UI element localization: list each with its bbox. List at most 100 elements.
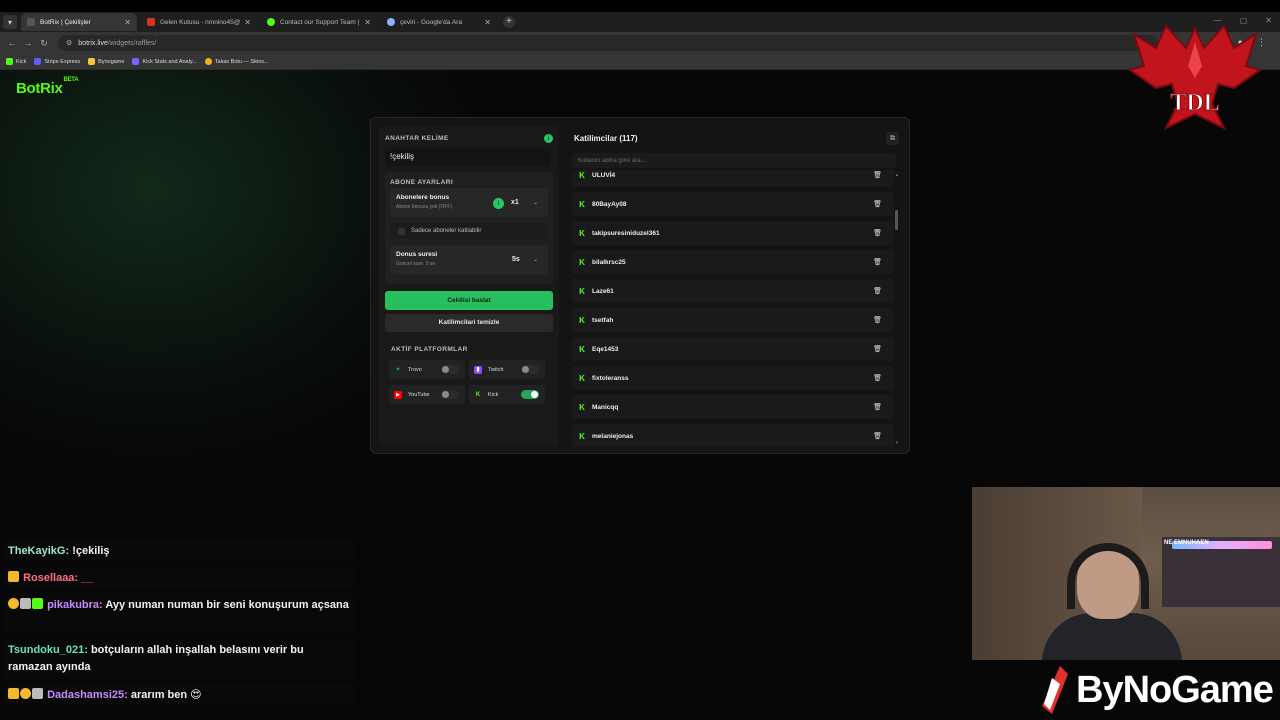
close-window-icon[interactable]: ✕	[1265, 16, 1272, 25]
webcam-feed: NE EMNUHAEN	[972, 487, 1280, 660]
duration-subtitle: Guncel sure: 5 sn	[396, 261, 436, 267]
sub-bonus-row: Abonelere bonus Abone bonusu yok (OFF) i…	[390, 188, 548, 217]
duration-title: Donus suresi	[396, 251, 438, 258]
url-path: /widgets/raffles/	[107, 39, 157, 47]
kick-icon: K	[579, 402, 585, 412]
kick-icon: K	[579, 199, 585, 209]
platform-trovo: ✦ Trovo	[389, 360, 465, 379]
founder-badge-icon	[8, 598, 19, 609]
kick-toggle[interactable]	[521, 390, 539, 399]
participant-name: fixtoleranss	[592, 374, 629, 382]
kick-icon: K	[579, 344, 585, 354]
trash-icon[interactable]: 🗑	[873, 345, 882, 353]
bookmark-label: Kick	[16, 58, 27, 65]
subs-only-label: Sadece aboneler katilabilir	[411, 228, 482, 234]
tab-title: BotRix | Çekilişler	[40, 18, 91, 26]
bookmarks-bar: Kick Stripe Express Bynogame Kick Stats …	[0, 54, 1280, 70]
kick-icon: K	[579, 286, 585, 296]
keyword-input[interactable]: !çekiliş	[385, 148, 551, 166]
bookmark-stripe[interactable]: Stripe Express	[34, 58, 80, 65]
scroll-down-icon[interactable]: ▼	[895, 440, 899, 445]
kick-icon: K	[579, 170, 585, 180]
kick-icon: K	[475, 391, 481, 398]
kick-icon	[6, 58, 13, 65]
tab-botrix[interactable]: BotRix | Çekilişler ✕	[21, 13, 137, 31]
list-item: K ULUVİ4 🗑	[572, 170, 894, 187]
bynogame-icon	[88, 58, 96, 65]
bookmark-kick[interactable]: Kick	[6, 58, 26, 65]
chevron-down-icon: ⌄	[533, 200, 539, 206]
tab-kick-support[interactable]: Contact our Support Team | Ki ✕	[261, 13, 377, 31]
list-item: K Manicqq 🗑	[572, 395, 894, 419]
trash-icon[interactable]: 🗑	[873, 432, 882, 440]
scrollbar-thumb[interactable]	[895, 210, 898, 230]
google-icon	[387, 18, 395, 26]
bookmark-label: Takas Botu — Skins...	[214, 58, 269, 65]
back-icon[interactable]: ←	[4, 38, 20, 48]
trovo-toggle[interactable]	[441, 365, 459, 374]
platform-twitch: ▮ Twitch	[469, 360, 545, 379]
reload-icon[interactable]: ↻	[36, 38, 52, 49]
trash-icon[interactable]: 🗑	[873, 403, 882, 411]
chat-username: TheKayikG	[8, 545, 66, 557]
copy-icon[interactable]: ⧉	[886, 132, 899, 145]
trash-icon[interactable]: 🗑	[873, 316, 882, 324]
chat-text: __	[81, 572, 94, 584]
sub-bonus-info-icon[interactable]: i	[493, 198, 504, 209]
trovo-icon: ✦	[395, 367, 401, 373]
info-icon[interactable]: i	[544, 134, 553, 143]
chat-message: Rosellaaa: __	[3, 567, 355, 589]
chat-username: pikakubra	[47, 599, 100, 611]
forward-icon[interactable]: →	[20, 38, 36, 48]
trash-icon[interactable]: 🗑	[873, 374, 882, 382]
bookmark-bynogame[interactable]: Bynogame	[88, 58, 124, 65]
botrix-logo[interactable]: BotRixBETA	[16, 77, 79, 97]
platform-name: Kick	[488, 391, 499, 398]
new-tab-button[interactable]: +	[503, 16, 515, 28]
trash-icon[interactable]: 🗑	[873, 229, 882, 237]
participant-name: 80BayAy08	[592, 200, 627, 208]
raffle-card: ANAHTAR KELİME i !çekiliş ABONE AYARLARI…	[370, 117, 910, 454]
start-raffle-button[interactable]: Cekilisi baslat	[385, 291, 553, 310]
youtube-icon: ▶	[394, 390, 402, 399]
participant-search-input[interactable]	[572, 153, 896, 168]
sub-bonus-multiplier-select[interactable]: x1	[511, 199, 519, 206]
subs-only-checkbox-row[interactable]: Sadece aboneler katilabilir	[390, 223, 548, 239]
top-strip	[0, 0, 1280, 12]
list-item: Kbilalkrsc25 🗑	[572, 250, 894, 274]
trash-icon[interactable]: 🗑	[873, 287, 882, 295]
clear-participants-button[interactable]: Katilimcilari temizle	[385, 314, 553, 332]
subs-only-checkbox[interactable]	[398, 227, 405, 235]
beta-badge: BETA	[63, 77, 79, 83]
trash-icon[interactable]: 🗑	[873, 200, 882, 208]
url-host: botrix.live	[78, 39, 108, 47]
chevron-down-icon: ⌄	[533, 257, 539, 263]
scroll-up-icon[interactable]: ▲	[895, 172, 899, 177]
list-item: K 80BayAy08 🗑	[572, 192, 894, 216]
bookmark-takas[interactable]: Takas Botu — Skins...	[204, 58, 269, 65]
participant-name: Eqe1453	[592, 345, 619, 353]
twitch-toggle[interactable]	[521, 365, 539, 374]
duration-select[interactable]: 5s	[512, 256, 520, 263]
trash-icon[interactable]: 🗑	[873, 258, 882, 266]
tab-search-icon[interactable]: ▾	[3, 15, 17, 29]
kick-stats-icon	[132, 58, 140, 65]
tab-close-icon[interactable]: ✕	[244, 18, 251, 27]
bookmark-kick-stats[interactable]: Kick Stats and Analy...	[132, 58, 197, 65]
trash-icon[interactable]: 🗑	[873, 171, 882, 179]
tab-close-icon[interactable]: ✕	[364, 18, 371, 27]
duration-row: Donus suresi Guncel sure: 5 sn 5s ⌄	[390, 245, 548, 274]
tab-google[interactable]: çeviri - Google'da Ara ✕	[381, 13, 497, 31]
bynogame-text: ByNoGame	[1076, 668, 1274, 711]
participant-name: Manicqq	[592, 403, 619, 411]
tab-close-icon[interactable]: ✕	[124, 18, 131, 27]
sword-badge-icon	[32, 688, 43, 699]
tab-gmail[interactable]: Gelen Kutusu - nmnino45@gm ✕	[141, 13, 257, 31]
site-info-icon[interactable]: ⚙	[66, 39, 72, 47]
url-field[interactable]: ⚙ botrix.live/widgets/raffles/	[58, 35, 1158, 51]
chat-text: !çekiliş	[72, 545, 110, 557]
participant-name: takipsuresiniduzel361	[592, 229, 660, 237]
tab-close-icon[interactable]: ✕	[484, 18, 491, 27]
bookmark-label: Stripe Express	[44, 58, 81, 65]
youtube-toggle[interactable]	[441, 390, 459, 399]
